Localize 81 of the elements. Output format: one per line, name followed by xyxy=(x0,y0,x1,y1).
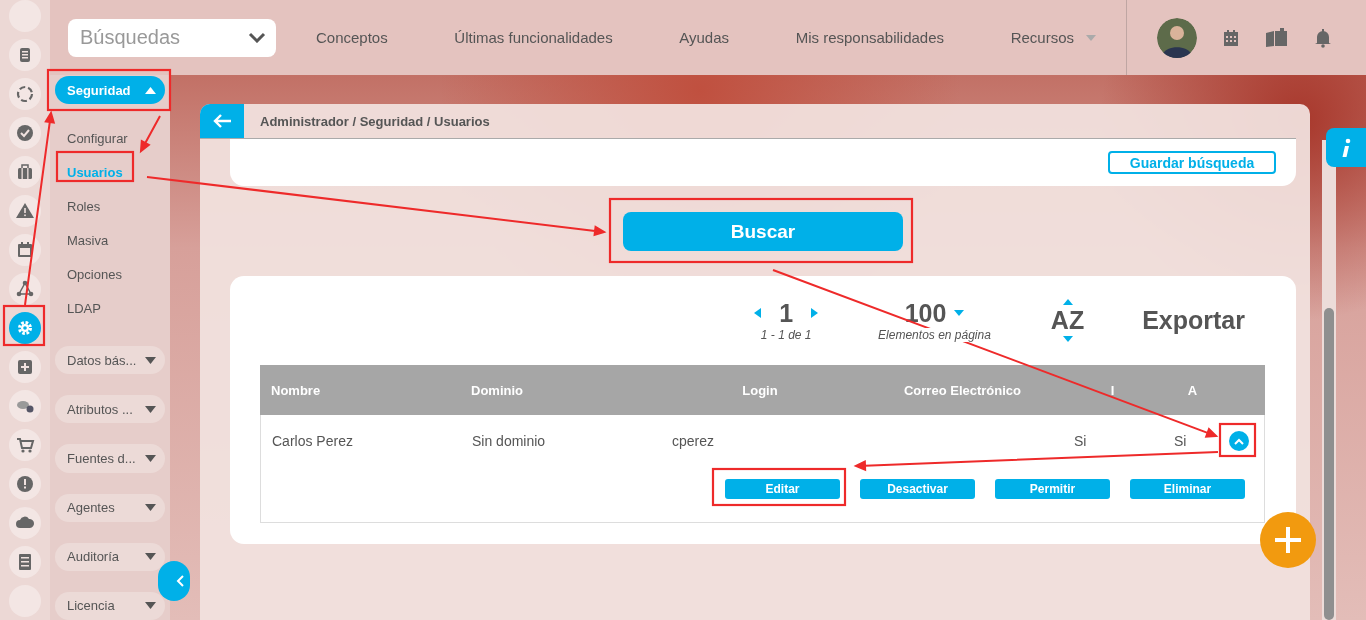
caret-icon[interactable] xyxy=(954,310,965,316)
column-header: Correo Electrónico xyxy=(903,382,1022,398)
menu-item[interactable]: Configurar xyxy=(58,121,165,156)
table-cell-text: Si xyxy=(1173,433,1188,449)
avatar[interactable] xyxy=(1157,17,1197,58)
nav-link[interactable]: Recursos xyxy=(1010,29,1096,46)
sort-button[interactable]: AZ xyxy=(1050,298,1085,342)
bell-icon[interactable] xyxy=(1313,27,1333,48)
breadcrumb: Administrador / Seguridad / Usuarios xyxy=(260,113,490,129)
highlight-frame xyxy=(1218,422,1257,458)
caret-icon xyxy=(145,504,156,512)
caret-icon xyxy=(145,553,156,561)
rail-button[interactable] xyxy=(9,117,41,149)
arrow-left-icon xyxy=(212,113,232,129)
nav-link[interactable]: Ayudas xyxy=(679,29,730,46)
menu-group[interactable]: Atributos ... xyxy=(55,395,165,424)
export-button[interactable]: Exportar xyxy=(1142,305,1245,335)
column-header: Dominio xyxy=(470,382,524,398)
calendar-icon[interactable] xyxy=(1221,27,1241,48)
rail-button[interactable] xyxy=(9,195,41,227)
info-button[interactable] xyxy=(1326,128,1366,167)
book-icon[interactable] xyxy=(1265,27,1289,48)
rail-button[interactable] xyxy=(9,468,41,500)
previous-page-icon[interactable] xyxy=(754,308,762,318)
page-range: 1 - 1 de 1 xyxy=(760,327,812,342)
highlight-frame xyxy=(2,304,46,347)
rail-button[interactable] xyxy=(9,429,41,461)
column-header: Login xyxy=(741,382,779,398)
info-icon xyxy=(1341,137,1351,158)
menu-group[interactable]: Licencia xyxy=(55,591,165,620)
menu-group[interactable]: Auditoría xyxy=(55,542,165,571)
rail-button[interactable] xyxy=(9,78,41,110)
search-dropdown[interactable]: Búsquedas xyxy=(68,18,276,57)
next-page-icon[interactable] xyxy=(811,308,819,318)
menu-item[interactable]: LDAP xyxy=(58,291,165,326)
nav-link[interactable]: Mis responsabilidades xyxy=(795,29,945,46)
caret-down-icon xyxy=(1062,335,1073,342)
caret-up-icon xyxy=(1062,298,1073,305)
caret-icon xyxy=(145,86,156,94)
caret-icon xyxy=(1086,34,1096,41)
menu-group[interactable]: Fuentes d... xyxy=(55,444,165,473)
rail-button[interactable] xyxy=(9,351,41,383)
table-cell-text: cperez xyxy=(671,433,716,449)
scrollbar-thumb[interactable] xyxy=(1324,308,1334,620)
table-cell-text: Sin dominio xyxy=(471,433,547,449)
rail-button[interactable] xyxy=(9,234,41,266)
expand-toggle[interactable] xyxy=(1229,431,1249,451)
table-cell-text: Si xyxy=(1073,433,1088,449)
menu-group[interactable]: Agentes xyxy=(55,493,165,522)
caret-icon xyxy=(145,602,156,610)
menu-item[interactable]: Opciones xyxy=(58,257,165,292)
back-button[interactable] xyxy=(200,104,244,138)
nav-link[interactable]: Últimas funcionalidades xyxy=(454,29,613,46)
caret-icon xyxy=(145,356,156,364)
rail-button[interactable] xyxy=(9,273,41,305)
rail-button[interactable] xyxy=(9,546,41,578)
rail-button[interactable] xyxy=(9,39,41,71)
table-cell-text: Carlos Perez xyxy=(271,433,354,449)
plus-icon xyxy=(1273,525,1303,555)
menu-group[interactable]: Datos bás... xyxy=(55,346,165,375)
rail-button[interactable] xyxy=(9,312,41,344)
annotation-arrow xyxy=(140,115,161,152)
chevron-down-icon xyxy=(248,32,266,43)
column-header: Nombre xyxy=(270,382,322,398)
menu-item[interactable]: Roles xyxy=(58,189,165,224)
chevron-icon xyxy=(1234,437,1244,445)
rail-button[interactable] xyxy=(9,390,41,422)
page-size-label: Elementos en página xyxy=(876,327,993,342)
column-header: I xyxy=(1109,382,1116,398)
page-size[interactable]: 100 xyxy=(904,298,947,328)
page-number: 1 xyxy=(779,298,794,328)
caret-icon xyxy=(145,405,156,413)
caret-icon xyxy=(145,455,156,462)
settings-icon xyxy=(15,318,35,338)
column-header: A xyxy=(1186,382,1199,398)
rail-button[interactable] xyxy=(9,507,41,539)
menu-item[interactable]: Masiva xyxy=(58,223,165,258)
collapse-button[interactable] xyxy=(158,561,190,601)
rail-button[interactable] xyxy=(9,156,41,188)
chevron-left-icon xyxy=(176,575,184,587)
nav-link[interactable]: Conceptos xyxy=(316,29,388,46)
